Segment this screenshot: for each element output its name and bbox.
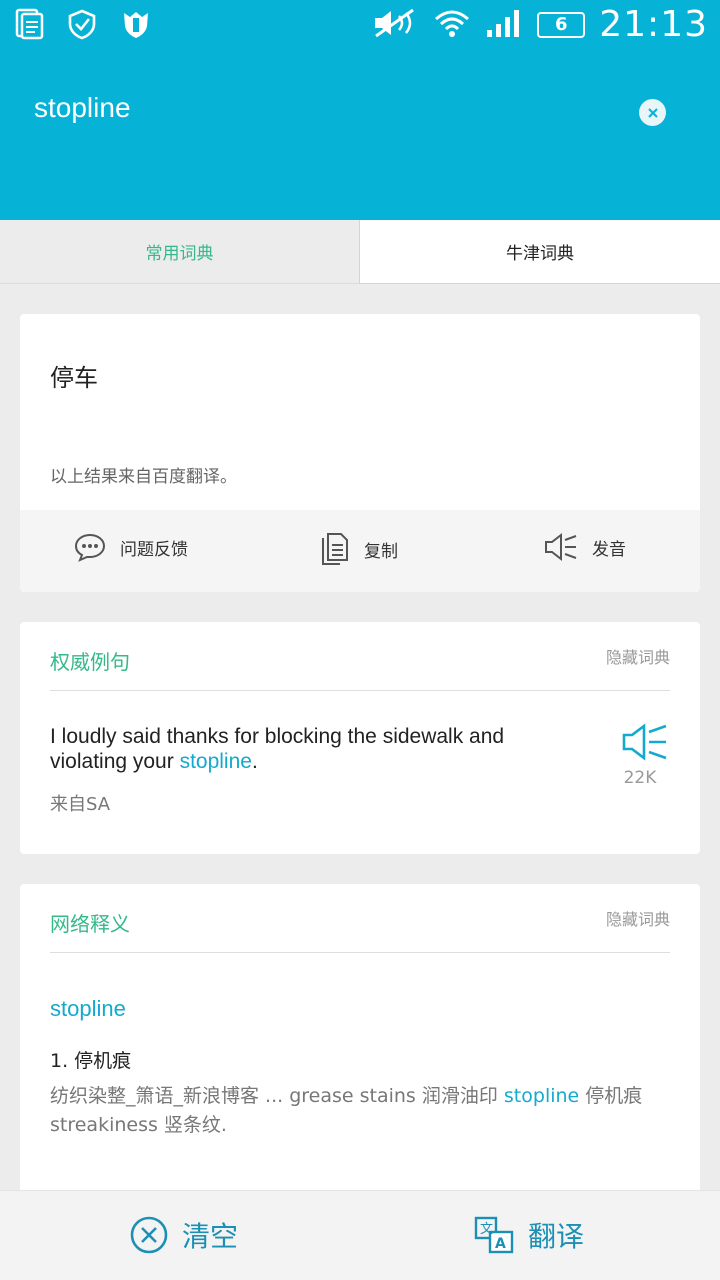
clear-circle-icon	[130, 1216, 168, 1254]
signal-icon	[485, 8, 523, 42]
speaker-icon	[545, 532, 577, 562]
copy-button[interactable]: 复制	[320, 532, 398, 566]
divider	[50, 690, 670, 691]
status-bar: 6 21:13	[0, 0, 720, 52]
web-text: 纺织染整_箫语_新浪博客 ... grease stains 润滑油印	[50, 1085, 504, 1107]
translate-icon: 文A	[474, 1216, 514, 1254]
muted-speaker-icon	[373, 8, 419, 42]
status-time: 21:13	[599, 4, 708, 45]
web-definition: 1. 停机痕	[50, 1050, 132, 1072]
example-play-button[interactable]	[622, 722, 668, 766]
translation-card: 停车 以上结果来自百度翻译。 问题反馈 复制 发音	[20, 314, 700, 592]
hide-examples-link[interactable]: 隐藏词典	[606, 644, 670, 668]
clear-button[interactable]: 清空	[130, 1215, 238, 1255]
web-title: 网络释义	[50, 912, 130, 936]
pronounce-button[interactable]: 发音	[544, 532, 626, 562]
copy-icon	[322, 533, 348, 565]
translate-label: 翻译	[528, 1220, 585, 1253]
wifi-icon	[433, 8, 471, 42]
clear-label: 清空	[182, 1220, 239, 1253]
example-source: 来自SA	[50, 794, 111, 815]
web-keyword: stopline	[503, 1085, 580, 1107]
web-word: stopline	[50, 996, 126, 1021]
play-count: 22K	[623, 768, 657, 788]
feedback-label: 问题反馈	[120, 539, 188, 560]
shield-check-icon	[66, 8, 98, 44]
svg-text:文: 文	[480, 1222, 493, 1237]
example-text-end: .	[251, 750, 258, 773]
comment-icon	[74, 533, 106, 562]
examples-card: 权威例句 隐藏词典 I loudly said thanks for block…	[20, 622, 700, 854]
clear-input-button[interactable]	[639, 99, 666, 126]
speaker-icon	[622, 723, 667, 761]
clipboard-notification-icon	[14, 8, 44, 44]
hide-web-link[interactable]: 隐藏词典	[606, 906, 670, 930]
security-shield-icon	[120, 8, 152, 44]
feedback-button[interactable]: 问题反馈	[74, 532, 188, 562]
battery-indicator: 6	[537, 11, 586, 38]
examples-title: 权威例句	[50, 650, 130, 674]
translate-button[interactable]: 文A 翻译	[474, 1215, 584, 1255]
divider	[50, 952, 670, 953]
web-definitions-card: 网络释义 隐藏词典 stopline 1. 停机痕 纺织染整_箫语_新浪博客 .…	[20, 884, 700, 1204]
search-input[interactable]: stopline	[34, 92, 131, 124]
translation-source-note: 以上结果来自百度翻译。	[50, 467, 237, 487]
dictionary-tabs: 常用词典 牛津词典	[0, 220, 720, 284]
example-sentence: I loudly said thanks for blocking the si…	[50, 724, 570, 774]
tab-common-dictionary[interactable]: 常用词典	[0, 220, 359, 284]
tab-oxford-dictionary[interactable]: 牛津词典	[359, 220, 720, 284]
pronounce-label: 发音	[592, 539, 626, 560]
web-definition-text: 纺织染整_箫语_新浪博客 ... grease stains 润滑油印 stop…	[50, 1082, 670, 1140]
close-icon	[647, 107, 658, 118]
svg-text:A: A	[495, 1236, 506, 1252]
example-keyword: stopline	[179, 750, 252, 773]
translation-actions: 问题反馈 复制 发音	[20, 510, 700, 592]
bottom-bar: 清空 文A 翻译	[0, 1190, 720, 1280]
search-header: stopline	[0, 52, 720, 220]
example-text: I loudly said thanks for blocking the si…	[50, 725, 505, 773]
copy-label: 复制	[364, 541, 398, 562]
translation-text: 停车	[50, 364, 98, 392]
